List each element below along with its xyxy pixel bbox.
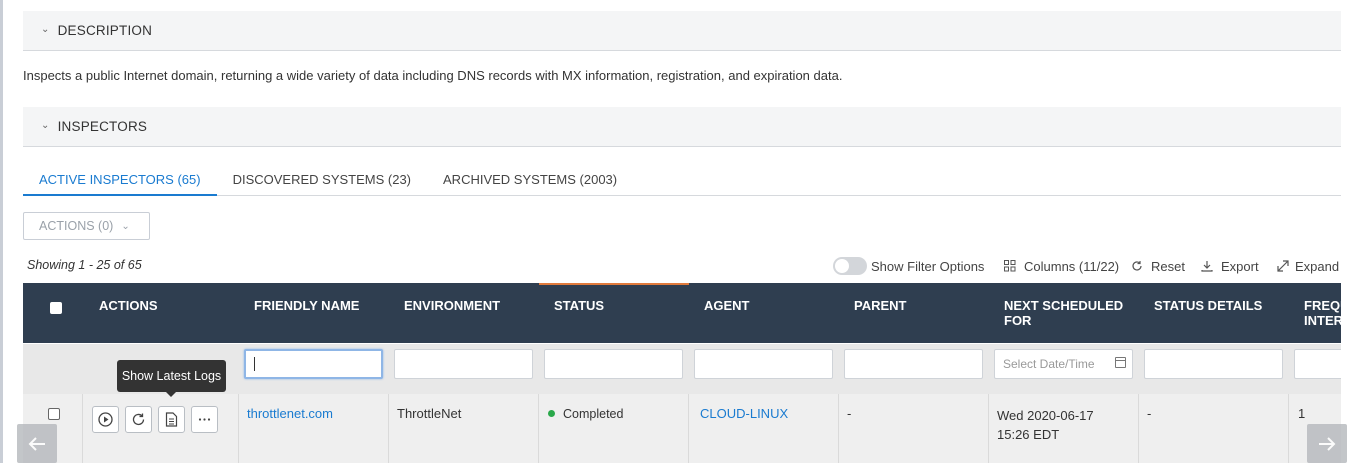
- environment-value: ThrottleNet: [397, 406, 462, 421]
- description-text: Inspects a public Internet domain, retur…: [23, 68, 843, 83]
- actions-dropdown-label: ACTIONS (0): [39, 219, 114, 233]
- pagination-summary: Showing 1 - 25 of 65: [27, 258, 142, 272]
- reset-button[interactable]: Reset: [1131, 256, 1185, 276]
- status-filter-input[interactable]: [544, 349, 683, 379]
- column-divider: [988, 394, 989, 463]
- friendly-name-link[interactable]: throttlenet.com: [247, 406, 333, 421]
- row-checkbox[interactable]: [48, 408, 60, 420]
- status-dot: [548, 410, 555, 417]
- chevron-down-icon: ⌄: [41, 120, 50, 131]
- document-icon: [165, 412, 178, 427]
- inspector-tabs: ACTIVE INSPECTORS (65) DISCOVERED SYSTEM…: [23, 166, 1341, 196]
- more-actions-button[interactable]: [191, 406, 218, 433]
- inspectors-section-header[interactable]: ⌄ INSPECTORS: [23, 107, 1341, 147]
- expand-icon: [1277, 260, 1289, 272]
- filter-toggle[interactable]: Show Filter Options: [833, 256, 984, 276]
- scroll-right-button[interactable]: [1307, 424, 1347, 463]
- toggle-switch[interactable]: [833, 257, 867, 275]
- column-divider: [82, 394, 83, 463]
- left-border: [0, 0, 3, 463]
- col-header-freq-line1: FREQU: [1304, 298, 1341, 313]
- refresh-icon: [132, 413, 145, 426]
- column-divider: [688, 394, 689, 463]
- agent-link[interactable]: CLOUD-LINUX: [700, 406, 788, 421]
- column-divider: [1138, 394, 1139, 463]
- column-divider: [388, 394, 389, 463]
- ellipsis-icon: [198, 418, 211, 421]
- export-button[interactable]: Export: [1201, 256, 1259, 276]
- status-column-indicator: [539, 283, 689, 285]
- chevron-down-icon: ⌄: [41, 24, 50, 35]
- select-all-checkbox[interactable]: [50, 302, 62, 314]
- text-cursor: [254, 357, 255, 371]
- col-header-status[interactable]: STATUS: [554, 283, 604, 343]
- download-icon: [1201, 261, 1213, 272]
- play-circle-icon: [98, 412, 113, 427]
- agent-filter-input[interactable]: [694, 349, 833, 379]
- tab-active-inspectors[interactable]: ACTIVE INSPECTORS (65): [23, 166, 217, 196]
- column-divider: [238, 394, 239, 463]
- tooltip: Show Latest Logs: [117, 360, 226, 397]
- arrow-left-icon: [28, 436, 45, 451]
- next-scheduled-value: Wed 2020-06-17 15:26 EDT: [997, 406, 1094, 444]
- scroll-left-button[interactable]: [17, 424, 57, 463]
- grid-header: ACTIONS FRIENDLY NAME ENVIRONMENT STATUS…: [23, 283, 1341, 343]
- columns-button[interactable]: Columns (11/22): [1004, 256, 1119, 276]
- status-details-filter-input[interactable]: [1144, 349, 1283, 379]
- parent-filter-input[interactable]: [844, 349, 983, 379]
- column-divider: [1288, 394, 1289, 463]
- frequency-filter-input[interactable]: [1294, 349, 1341, 379]
- col-header-parent[interactable]: PARENT: [854, 283, 906, 343]
- refresh-button[interactable]: [125, 406, 152, 433]
- col-header-frequency[interactable]: FREQU INTER: [1304, 283, 1341, 343]
- col-header-status-details[interactable]: STATUS DETAILS: [1154, 283, 1262, 343]
- col-header-environment[interactable]: ENVIRONMENT: [404, 283, 500, 343]
- inspectors-title: INSPECTORS: [57, 119, 148, 134]
- calendar-icon[interactable]: [1115, 357, 1126, 368]
- run-button[interactable]: [92, 406, 119, 433]
- col-header-agent[interactable]: AGENT: [704, 283, 750, 343]
- col-header-next-line2: FOR: [1004, 313, 1032, 328]
- filter-toggle-label: Show Filter Options: [871, 258, 985, 274]
- expand-label: Expand: [1295, 258, 1340, 274]
- expand-button[interactable]: Expand: [1277, 256, 1339, 276]
- next-scheduled-date: Wed 2020-06-17: [997, 408, 1094, 423]
- description-section-header[interactable]: ⌄ DESCRIPTION: [23, 11, 1341, 51]
- status-details-value: -: [1147, 406, 1152, 421]
- next-scheduled-time: 15:26 EDT: [997, 427, 1060, 442]
- tab-discovered-systems[interactable]: DISCOVERED SYSTEMS (23): [217, 166, 427, 196]
- status-text: Completed: [563, 407, 624, 421]
- description-title: DESCRIPTION: [57, 23, 153, 38]
- export-label: Export: [1221, 258, 1259, 274]
- chevron-down-icon: ⌄: [121, 220, 130, 232]
- next-scheduled-filter-input[interactable]: Select Date/Time: [994, 349, 1133, 379]
- show-latest-logs-button[interactable]: [158, 406, 185, 433]
- reset-label: Reset: [1151, 258, 1185, 274]
- table-row[interactable]: throttlenet.com ThrottleNet Completed CL…: [23, 394, 1341, 463]
- columns-label: Columns (11/22): [1024, 258, 1120, 274]
- col-header-freq-line2: INTER: [1304, 313, 1341, 328]
- grid-icon: [1004, 260, 1016, 272]
- col-header-friendly-name[interactable]: FRIENDLY NAME: [254, 283, 359, 343]
- column-divider: [838, 394, 839, 463]
- tab-archived-systems[interactable]: ARCHIVED SYSTEMS (2003): [427, 166, 633, 196]
- col-header-actions[interactable]: ACTIONS: [99, 283, 158, 343]
- environment-filter-input[interactable]: [394, 349, 533, 379]
- column-divider: [538, 394, 539, 463]
- friendly-name-filter-input[interactable]: [244, 349, 383, 379]
- parent-value: -: [847, 406, 852, 421]
- reset-icon: [1132, 261, 1142, 271]
- col-header-next-line1: NEXT SCHEDULED: [1004, 298, 1124, 313]
- frequency-value: 1: [1298, 406, 1306, 421]
- actions-dropdown-button[interactable]: ACTIONS (0) ⌄: [23, 212, 150, 240]
- col-header-next-scheduled[interactable]: NEXT SCHEDULED FOR: [1004, 283, 1123, 343]
- arrow-right-icon: [1319, 436, 1336, 451]
- date-filter-placeholder: Select Date/Time: [1003, 357, 1095, 371]
- status-value: Completed: [548, 407, 623, 421]
